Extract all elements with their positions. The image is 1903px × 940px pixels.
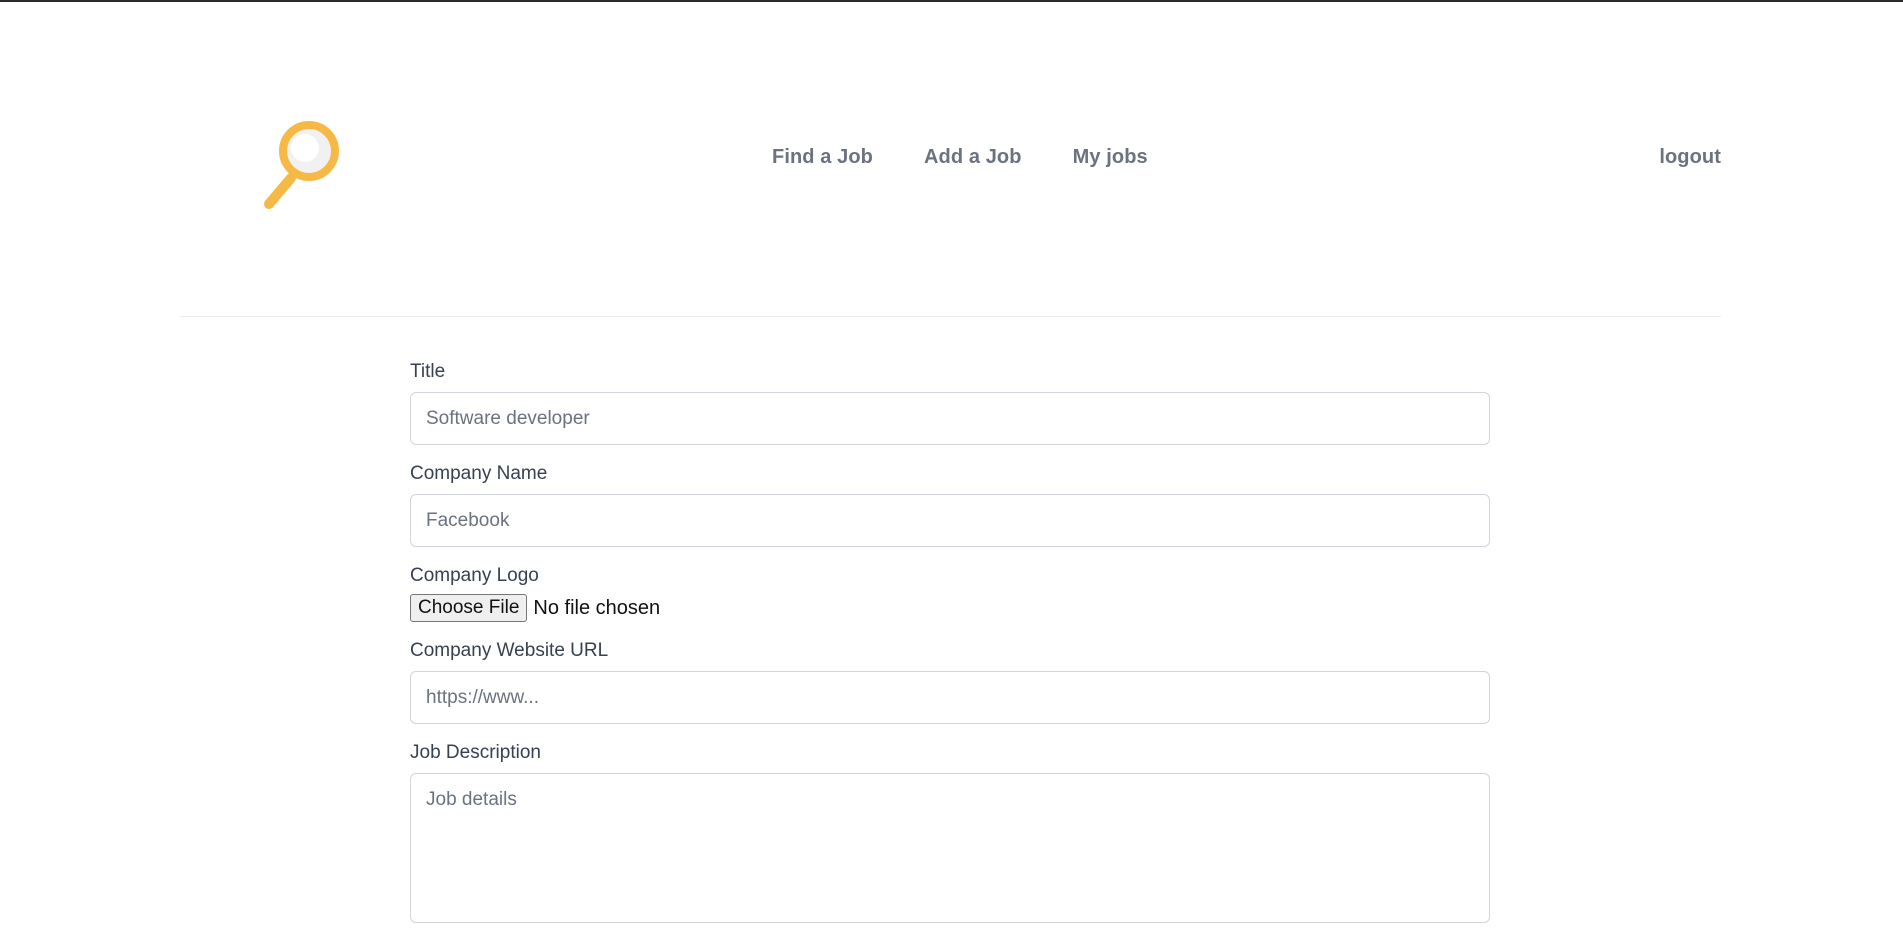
company-logo-label: Company Logo bbox=[410, 565, 539, 586]
company-name-field-group: Company Name bbox=[410, 462, 1490, 547]
choose-file-button[interactable]: Choose File bbox=[410, 594, 528, 622]
add-job-form: Title Company Name Company Logo Choose F… bbox=[410, 360, 1490, 940]
company-logo-file-input[interactable]: Choose File No file chosen bbox=[410, 594, 1490, 622]
job-description-textarea[interactable] bbox=[410, 773, 1490, 923]
site-header: Find a Job Add a Job My jobs logout bbox=[180, 2, 1721, 317]
nav-add-a-job[interactable]: Add a Job bbox=[924, 146, 1022, 169]
company-logo-field-group: Company Logo Choose File No file chosen bbox=[410, 564, 1490, 622]
main-nav: Find a Job Add a Job My jobs bbox=[772, 146, 1148, 169]
title-input[interactable] bbox=[410, 392, 1490, 445]
nav-find-a-job[interactable]: Find a Job bbox=[772, 146, 873, 169]
title-label: Title bbox=[410, 361, 446, 382]
company-name-label: Company Name bbox=[410, 463, 548, 484]
magnifying-glass-icon[interactable] bbox=[262, 116, 362, 216]
company-website-label: Company Website URL bbox=[410, 640, 609, 661]
file-status-text: No file chosen bbox=[533, 596, 661, 619]
title-field-group: Title bbox=[410, 360, 1490, 445]
job-description-label: Job Description bbox=[410, 742, 541, 763]
nav-my-jobs[interactable]: My jobs bbox=[1073, 146, 1148, 169]
company-website-field-group: Company Website URL bbox=[410, 639, 1490, 724]
company-website-input[interactable] bbox=[410, 671, 1490, 724]
company-name-input[interactable] bbox=[410, 494, 1490, 547]
logout-link[interactable]: logout bbox=[1659, 146, 1721, 169]
job-description-field-group: Job Description bbox=[410, 741, 1490, 923]
